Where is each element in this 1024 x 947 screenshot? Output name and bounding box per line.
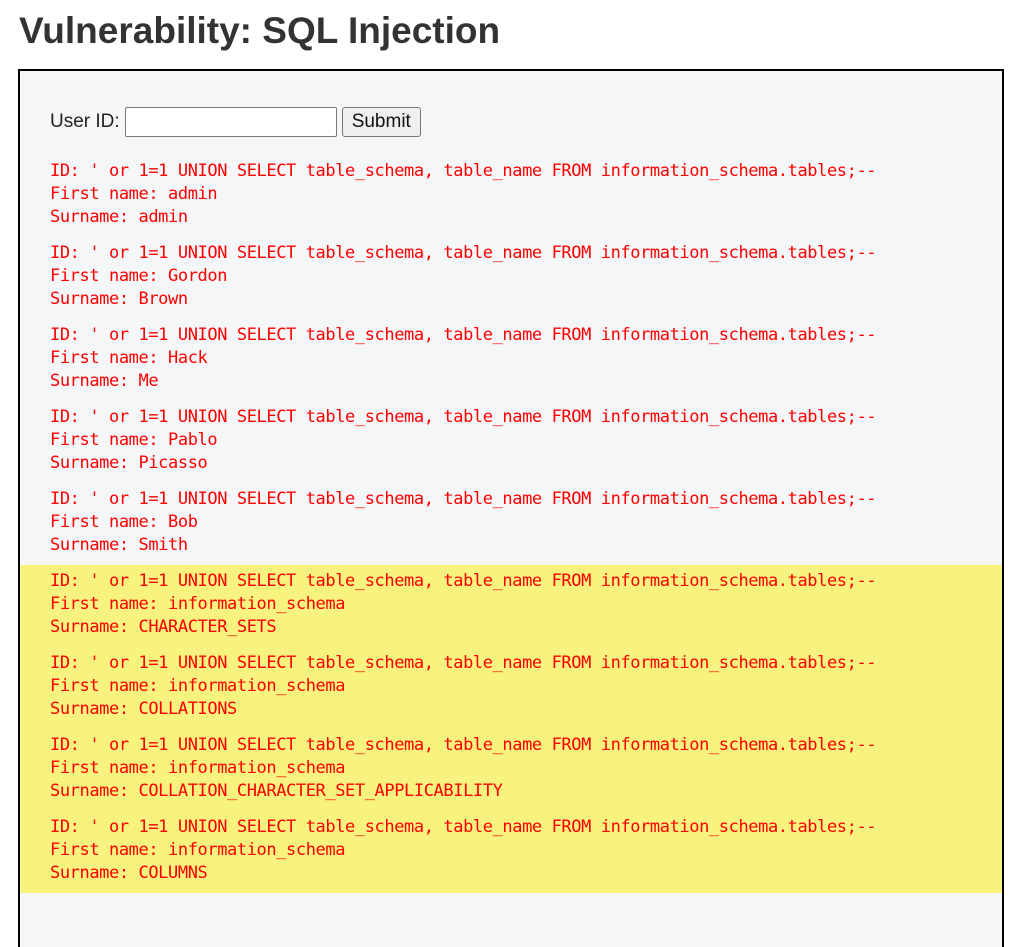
result-surname: Surname: admin <box>50 207 188 227</box>
query-results: ID: ' or 1=1 UNION SELECT table_schema, … <box>20 155 1002 893</box>
result-record: ID: ' or 1=1 UNION SELECT table_schema, … <box>20 811 1002 893</box>
result-record: ID: ' or 1=1 UNION SELECT table_schema, … <box>20 237 1002 319</box>
result-first-name: First name: information_schema <box>50 594 346 614</box>
result-first-name: First name: Hack <box>50 348 208 368</box>
result-id-line: ID: ' or 1=1 UNION SELECT table_schema, … <box>50 489 877 509</box>
result-first-name: First name: information_schema <box>50 758 346 778</box>
result-first-name: First name: admin <box>50 184 218 204</box>
result-surname: Surname: Smith <box>50 535 188 555</box>
page-title: Vulnerability: SQL Injection <box>19 10 501 51</box>
result-record: ID: ' or 1=1 UNION SELECT table_schema, … <box>20 319 1002 401</box>
result-record: ID: ' or 1=1 UNION SELECT table_schema, … <box>20 647 1002 729</box>
user-id-form: User ID: Submit <box>50 107 421 137</box>
result-record: ID: ' or 1=1 UNION SELECT table_schema, … <box>20 401 1002 483</box>
result-first-name: First name: information_schema <box>50 676 346 696</box>
submit-button[interactable]: Submit <box>341 107 421 137</box>
result-surname: Surname: COLUMNS <box>50 863 208 883</box>
result-record: ID: ' or 1=1 UNION SELECT table_schema, … <box>20 729 1002 811</box>
result-surname: Surname: COLLATION_CHARACTER_SET_APPLICA… <box>50 781 503 801</box>
result-surname: Surname: Me <box>50 371 159 391</box>
result-id-line: ID: ' or 1=1 UNION SELECT table_schema, … <box>50 161 877 181</box>
result-surname: Surname: Picasso <box>50 453 208 473</box>
result-record: ID: ' or 1=1 UNION SELECT table_schema, … <box>20 483 1002 565</box>
result-id-line: ID: ' or 1=1 UNION SELECT table_schema, … <box>50 325 877 345</box>
vulnerable-code-area: User ID: Submit ID: ' or 1=1 UNION SELEC… <box>18 69 1004 947</box>
result-id-line: ID: ' or 1=1 UNION SELECT table_schema, … <box>50 571 877 591</box>
result-first-name: First name: information_schema <box>50 840 346 860</box>
result-surname: Surname: CHARACTER_SETS <box>50 617 277 637</box>
result-id-line: ID: ' or 1=1 UNION SELECT table_schema, … <box>50 817 877 837</box>
result-id-line: ID: ' or 1=1 UNION SELECT table_schema, … <box>50 653 877 673</box>
result-first-name: First name: Pablo <box>50 430 218 450</box>
user-id-input[interactable] <box>124 107 337 137</box>
result-first-name: First name: Gordon <box>50 266 228 286</box>
result-id-line: ID: ' or 1=1 UNION SELECT table_schema, … <box>50 243 877 263</box>
result-record: ID: ' or 1=1 UNION SELECT table_schema, … <box>20 565 1002 647</box>
result-surname: Surname: COLLATIONS <box>50 699 237 719</box>
result-id-line: ID: ' or 1=1 UNION SELECT table_schema, … <box>50 735 877 755</box>
result-id-line: ID: ' or 1=1 UNION SELECT table_schema, … <box>50 407 877 427</box>
result-record: ID: ' or 1=1 UNION SELECT table_schema, … <box>20 155 1002 237</box>
result-surname: Surname: Brown <box>50 289 188 309</box>
result-first-name: First name: Bob <box>50 512 198 532</box>
user-id-label: User ID: <box>50 111 120 132</box>
